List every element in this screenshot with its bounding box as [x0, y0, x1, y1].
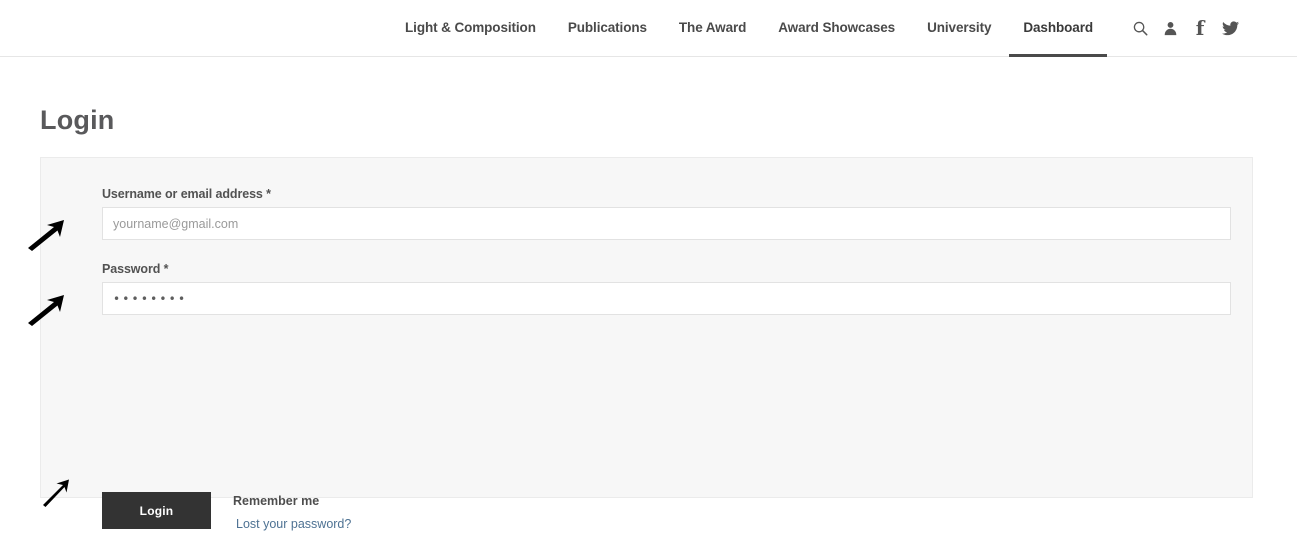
nav-item-the-award[interactable]: The Award: [679, 0, 746, 56]
main-navigation: Light & Composition Publications The Awa…: [389, 0, 1297, 56]
username-required-marker: *: [266, 187, 271, 201]
login-page: Light & Composition Publications The Awa…: [0, 0, 1297, 539]
nav-item-light-composition[interactable]: Light & Composition: [405, 0, 536, 56]
nav-item-dashboard[interactable]: Dashboard: [1023, 0, 1093, 56]
search-icon[interactable]: [1125, 0, 1155, 56]
facebook-glyph: f: [1196, 18, 1205, 38]
nav-item-award-showcases[interactable]: Award Showcases: [778, 0, 895, 56]
header-icon-group: f: [1125, 0, 1245, 56]
username-input[interactable]: [102, 207, 1231, 240]
login-button[interactable]: Login: [102, 492, 211, 529]
password-label-text: Password: [102, 262, 160, 276]
twitter-icon[interactable]: [1215, 0, 1245, 56]
username-field-label: Username or email address *: [102, 187, 271, 201]
site-header: Light & Composition Publications The Awa…: [0, 0, 1297, 57]
user-account-icon[interactable]: [1155, 0, 1185, 56]
username-label-text: Username or email address: [102, 187, 263, 201]
password-input[interactable]: ••••••••: [102, 282, 1231, 315]
facebook-icon[interactable]: f: [1185, 0, 1215, 56]
login-form-panel: Username or email address * Password * •…: [40, 157, 1253, 498]
remember-me-label[interactable]: Remember me: [233, 494, 319, 508]
nav-item-university[interactable]: University: [927, 0, 991, 56]
password-required-marker: *: [164, 262, 169, 276]
lost-password-link[interactable]: Lost your password?: [236, 517, 351, 531]
nav-item-publications[interactable]: Publications: [568, 0, 647, 56]
password-field-label: Password *: [102, 262, 168, 276]
page-title: Login: [40, 105, 114, 136]
